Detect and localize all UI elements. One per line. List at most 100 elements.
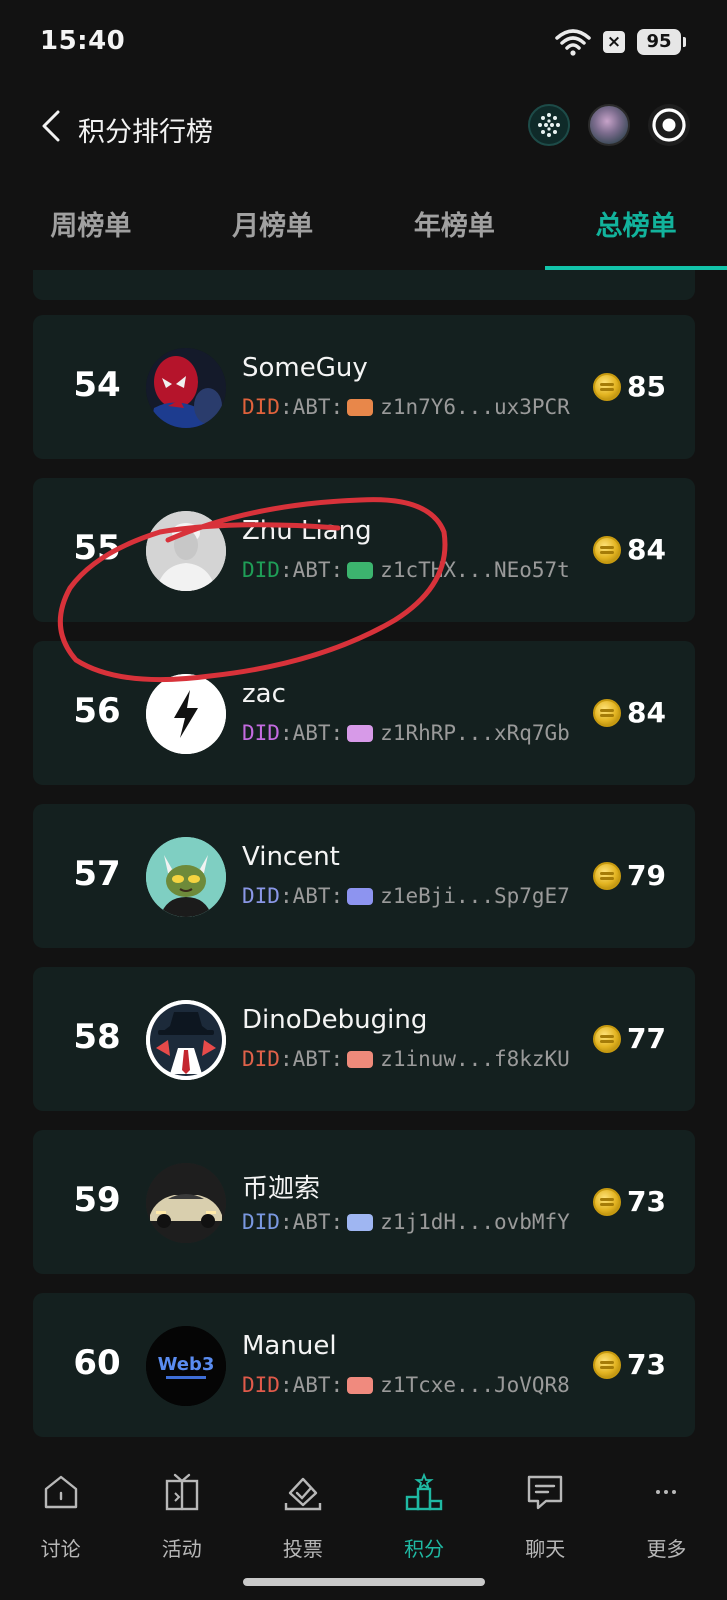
- did-separator: :: [279, 1373, 293, 1397]
- cat-cartoon-avatar-icon: [146, 837, 226, 917]
- did-address: DID: ABT: z1eBji...Sp7gE7: [242, 884, 570, 908]
- coin-icon: [593, 373, 621, 401]
- nav-discuss[interactable]: 讨论: [0, 1453, 121, 1600]
- did-value: z1inuw...f8kzKU: [380, 1047, 570, 1071]
- list-item[interactable]: 56 zac DID: ABT: z1RhRP...xRq7Gb 84: [33, 641, 695, 785]
- status-bar: 15:40 × 95: [0, 0, 727, 88]
- avatar: [146, 837, 226, 917]
- coin-icon: [593, 862, 621, 890]
- did-address: DID: ABT: z1RhRP...xRq7Gb: [242, 721, 570, 745]
- did-separator: :: [279, 721, 293, 745]
- rank-number: 54: [73, 365, 121, 405]
- sports-car-avatar-icon: [146, 1163, 226, 1243]
- did-chip-icon: [347, 561, 374, 579]
- points-value: 79: [627, 859, 666, 892]
- wifi-icon: [555, 29, 591, 56]
- tab-weekly[interactable]: 周榜单: [0, 190, 182, 270]
- tab-total[interactable]: 总榜单: [545, 190, 727, 270]
- leaderboard-list[interactable]: 54 SomeGuy DID:ABT:z1n7Y6...ux3PCR 85: [0, 270, 727, 1453]
- did-address: DID: ABT: z1j1dH...ovbMfY: [242, 1210, 570, 1234]
- did-prefix: DID: [242, 558, 280, 582]
- nav-label: 积分: [404, 1537, 445, 1561]
- did-value: z1Tcxe...JoVQR8: [380, 1373, 570, 1397]
- did-chip-icon: [347, 398, 374, 416]
- did-prefix: DID: [242, 1210, 280, 1234]
- did-chain: ABT:: [292, 1047, 344, 1071]
- gift-icon: [165, 1473, 198, 1511]
- user-name: zac: [242, 679, 286, 709]
- web3-logo-avatar-icon: Web3: [146, 1326, 226, 1406]
- dots-grid-button[interactable]: [528, 104, 570, 146]
- did-chain: ABT:: [292, 884, 344, 908]
- spy-hat-avatar-icon: [146, 1000, 226, 1080]
- did-prefix: DID: [242, 1373, 280, 1397]
- tab-monthly[interactable]: 月榜单: [182, 190, 364, 270]
- nav-activity[interactable]: 活动: [121, 1453, 242, 1600]
- avatar: Web3: [146, 1326, 226, 1406]
- person-photo-avatar-icon: [146, 511, 226, 591]
- did-address: DID: ABT: z1cTHX...NEo57t: [242, 558, 570, 582]
- points-value: 77: [627, 1022, 666, 1055]
- did-address: DID: ABT: z1Tcxe...JoVQR8: [242, 1373, 570, 1397]
- podium-icon: [405, 1472, 443, 1511]
- did-separator: :: [279, 395, 293, 419]
- nav-label: 聊天: [525, 1537, 566, 1561]
- did-chain: ABT:: [292, 558, 344, 582]
- home-indicator[interactable]: [243, 1578, 485, 1586]
- nav-label: 讨论: [40, 1537, 81, 1561]
- mini-program-close-button[interactable]: [648, 104, 690, 146]
- page-title: 积分排行榜: [78, 117, 213, 148]
- coin-icon: [593, 1351, 621, 1379]
- list-item[interactable]: 58 DinoDebuging DID: ABT: z1inuw...f8kzKU: [33, 967, 695, 1111]
- user-name: Zhu Liang: [242, 516, 372, 546]
- header: 积分排行榜: [0, 88, 727, 168]
- did-separator: :: [279, 884, 293, 908]
- did-chain: ABT:: [292, 1373, 344, 1397]
- user-name: SomeGuy: [242, 353, 368, 383]
- rank-number: 55: [73, 528, 121, 568]
- did-value: z1eBji...Sp7gE7: [380, 884, 570, 908]
- no-sim-icon: ×: [603, 31, 625, 53]
- list-item[interactable]: 54 SomeGuy DID: ABT: z1n7Y6...ux3PCR 85: [33, 315, 695, 459]
- screen: 15:40 × 95 积分排行榜 周榜单 月榜单 年榜单 总榜单 54 Some…: [0, 0, 727, 1600]
- did-prefix: DID: [242, 721, 280, 745]
- did-prefix: DID: [242, 884, 280, 908]
- did-value: z1cTHX...NEo57t: [380, 558, 570, 582]
- points-value: 73: [627, 1348, 666, 1381]
- list-item-partial: [33, 270, 695, 300]
- nav-more[interactable]: 更多: [606, 1453, 727, 1600]
- nav-label: 更多: [646, 1537, 687, 1561]
- did-chip-icon: [347, 1050, 374, 1068]
- did-chip-icon: [347, 1213, 374, 1231]
- rank-number: 58: [73, 1017, 121, 1057]
- more-icon: [656, 1490, 677, 1494]
- did-value: z1n7Y6...ux3PCR: [380, 395, 570, 419]
- did-separator: :: [279, 1047, 293, 1071]
- list-item[interactable]: 55 Zhu Liang DID: ABT: z1cTHX...NEo57t 84: [33, 478, 695, 622]
- back-arrow-icon[interactable]: [34, 106, 74, 146]
- nav-chat[interactable]: 聊天: [485, 1453, 606, 1600]
- did-chip-icon: [347, 1376, 374, 1394]
- did-chip-icon: [347, 724, 374, 742]
- rank-number: 60: [73, 1343, 121, 1383]
- tab-yearly[interactable]: 年榜单: [364, 190, 546, 270]
- chat-icon: [528, 1475, 563, 1510]
- avatar: [146, 1000, 226, 1080]
- coin-icon: [593, 1025, 621, 1053]
- nav-label: 活动: [161, 1537, 202, 1561]
- user-avatar-button[interactable]: [588, 104, 630, 146]
- points-value: 73: [627, 1185, 666, 1218]
- dots-grid-icon: [538, 113, 560, 137]
- list-item[interactable]: 60 Web3 Manuel DID: ABT: z1Tcxe...JoVQR8 7…: [33, 1293, 695, 1437]
- did-address: DID: ABT: z1n7Y6...ux3PCR: [242, 395, 570, 419]
- did-value: z1j1dH...ovbMfY: [380, 1210, 570, 1234]
- status-icons: × 95: [555, 28, 686, 56]
- list-item[interactable]: 57 Vincent DID: ABT: z1eBji...Sp7gE7 79: [33, 804, 695, 948]
- did-chip-icon: [347, 887, 374, 905]
- list-item[interactable]: 59 币迦索 DID: ABT: z1j1dH...ovbMfY 73: [33, 1130, 695, 1274]
- did-chain: ABT:: [292, 395, 344, 419]
- did-value: z1RhRP...xRq7Gb: [380, 721, 570, 745]
- points-value: 85: [627, 370, 666, 403]
- coin-icon: [593, 1188, 621, 1216]
- user-name: 币迦索: [242, 1174, 321, 1204]
